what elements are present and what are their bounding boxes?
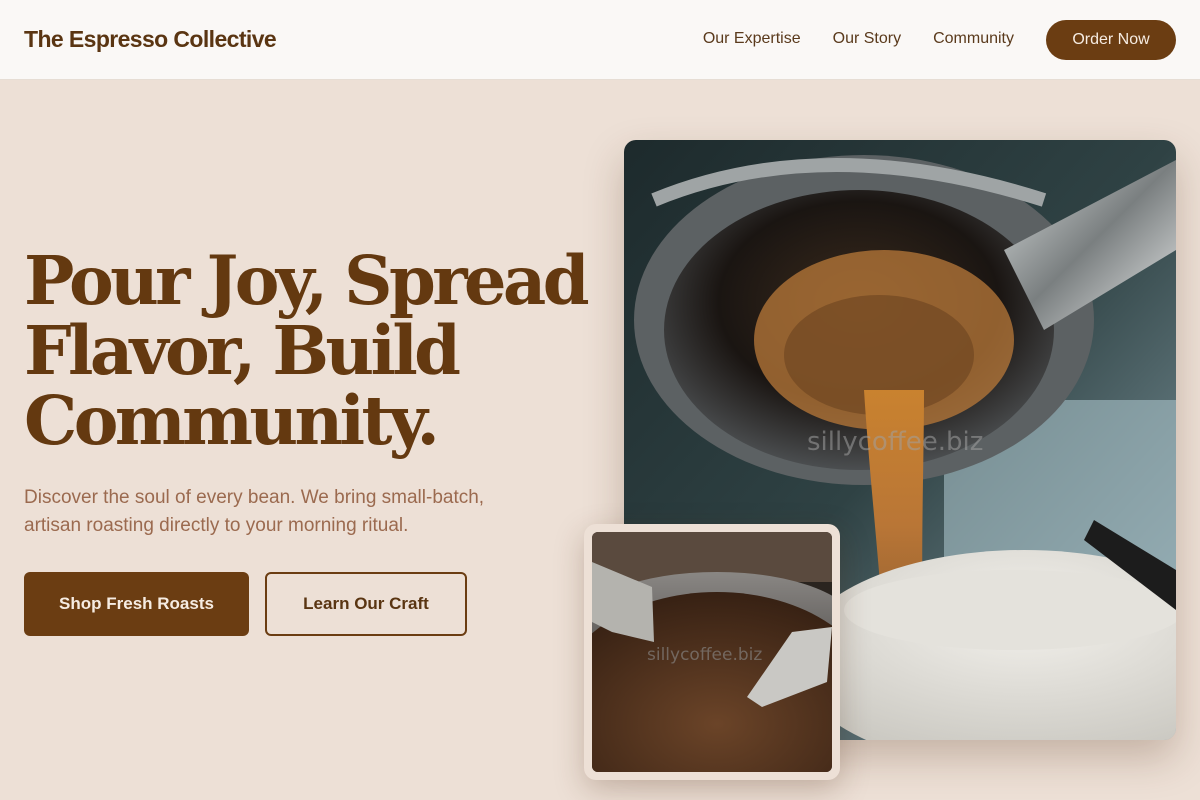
order-now-button[interactable]: Order Now [1046, 20, 1176, 60]
brand-logo-text[interactable]: The Espresso Collective [24, 26, 277, 53]
hero-headline: Pour Joy, Spread Flavor, Build Community… [24, 246, 614, 456]
small-image-watermark: sillycoffee.biz [647, 645, 762, 665]
shop-fresh-roasts-button[interactable]: Shop Fresh Roasts [24, 572, 249, 636]
roasting-beans-image-frame: sillycoffee.biz [584, 524, 840, 780]
main-image-watermark: sillycoffee.biz [807, 427, 983, 457]
hero-headline-line-1: Pour Joy, Spread [24, 241, 590, 320]
hero-subtext: Discover the soul of every bean. We brin… [24, 487, 485, 536]
hero-headline-line-3: Community. [24, 381, 440, 460]
nav-link-our-expertise[interactable]: Our Expertise [703, 30, 801, 48]
nav-link-community[interactable]: Community [933, 30, 1014, 48]
main-nav: Our Expertise Our Story Community [703, 30, 1014, 48]
roasting-beans-illustration: sillycoffee.biz [592, 532, 832, 772]
site-header: The Espresso Collective Our Expertise Ou… [0, 0, 1200, 80]
hero-headline-line-2: Flavor, Build [24, 311, 461, 390]
nav-link-our-story[interactable]: Our Story [833, 30, 901, 48]
roasting-beans-image: sillycoffee.biz [592, 532, 832, 772]
learn-our-craft-button[interactable]: Learn Our Craft [265, 572, 467, 636]
